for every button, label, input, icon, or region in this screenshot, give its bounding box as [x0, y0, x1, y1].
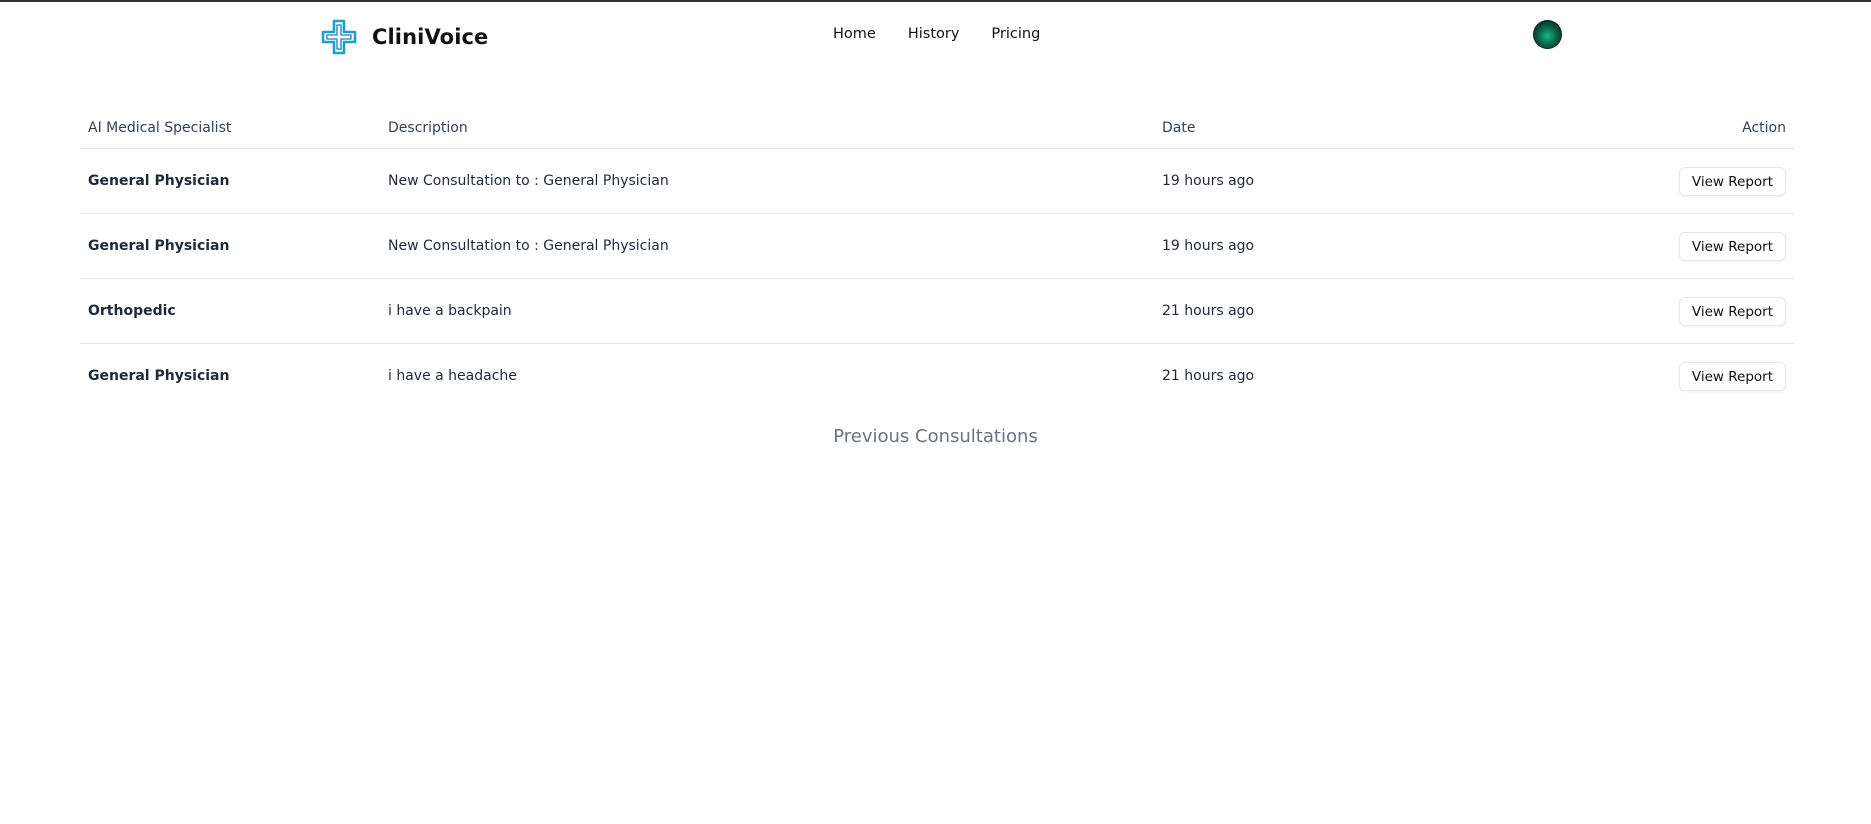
cell-date: 19 hours ago — [1154, 213, 1570, 279]
cell-action: View Report — [1570, 148, 1794, 214]
main-nav: Home History Pricing — [833, 26, 1040, 42]
cell-description: i have a backpain — [380, 278, 1154, 344]
cell-date: 21 hours ago — [1154, 278, 1570, 344]
nav-pricing[interactable]: Pricing — [991, 26, 1040, 42]
cell-action: View Report — [1570, 278, 1794, 344]
header-date: Date — [1154, 108, 1570, 149]
medical-cross-icon — [321, 19, 357, 55]
user-avatar[interactable] — [1533, 20, 1562, 49]
header-action: Action — [1570, 108, 1794, 149]
site-header: CliniVoice Home History Pricing — [0, 2, 1871, 66]
table-row: Orthopedic i have a backpain 21 hours ag… — [80, 278, 1794, 344]
table-header-row: AI Medical Specialist Description Date A… — [80, 108, 1794, 149]
cell-description: New Consultation to : General Physician — [380, 213, 1154, 279]
cell-description: New Consultation to : General Physician — [380, 148, 1154, 214]
brand-name: CliniVoice — [372, 25, 489, 49]
view-report-button[interactable]: View Report — [1678, 296, 1786, 326]
view-report-button[interactable]: View Report — [1678, 361, 1786, 391]
nav-home[interactable]: Home — [833, 26, 876, 42]
cell-action: View Report — [1570, 344, 1794, 409]
view-report-button[interactable]: View Report — [1678, 166, 1786, 196]
nav-history[interactable]: History — [908, 26, 960, 42]
cell-specialist: Orthopedic — [80, 278, 380, 344]
table-row: General Physician New Consultation to : … — [80, 213, 1794, 279]
header-specialist: AI Medical Specialist — [80, 108, 380, 149]
table-row: General Physician New Consultation to : … — [80, 148, 1794, 214]
cell-specialist: General Physician — [80, 213, 380, 279]
table-caption: Previous Consultations — [833, 426, 1038, 447]
cell-date: 19 hours ago — [1154, 148, 1570, 214]
cell-description: i have a headache — [388, 368, 517, 384]
cell-date: 21 hours ago — [1162, 368, 1255, 384]
table-row: General Physician i have a headache 21 h… — [80, 344, 1794, 409]
header-description: Description — [380, 108, 1154, 149]
logo[interactable]: CliniVoice — [320, 17, 488, 57]
view-report-button[interactable]: View Report — [1678, 231, 1786, 261]
cell-specialist: General Physician — [88, 368, 230, 384]
consultations-table: AI Medical Specialist Description Date A… — [80, 108, 1794, 408]
cell-action: View Report — [1570, 213, 1794, 279]
cell-specialist: General Physician — [80, 148, 380, 214]
